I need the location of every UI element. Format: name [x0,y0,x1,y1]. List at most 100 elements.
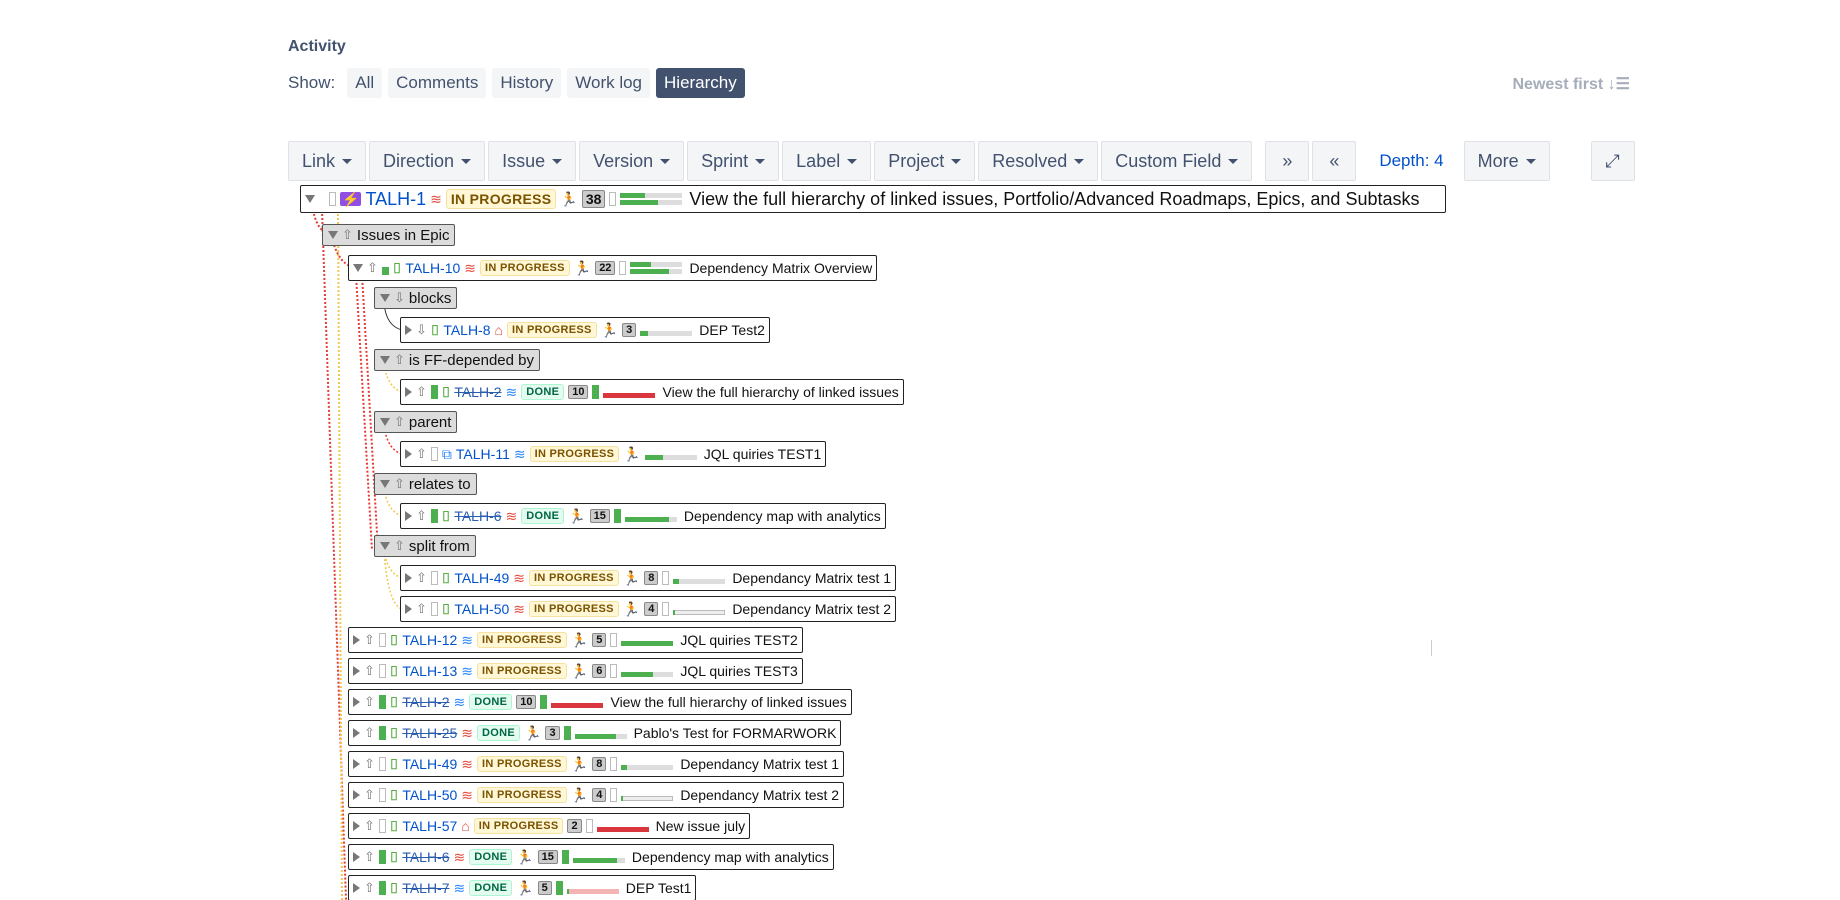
expand-toggle-icon[interactable] [405,449,412,459]
fullscreen-button[interactable]: ⤢ [1590,141,1635,181]
hierarchy-row-talh-2-epic[interactable]: ⇧ ⌷ TALH-2 ≋ DONE 10 View the full hiera… [348,689,852,715]
hierarchy-row-talh-11[interactable]: ⇧ ⧉ TALH-11 ≋ IN PROGRESS 🏃 JQL quiries … [400,441,827,467]
hierarchy-row-talh-50[interactable]: ⇧ ⌷ TALH-50 ≋ IN PROGRESS 🏃 4 Dependancy… [400,596,897,622]
issue-key-link[interactable]: TALH-49 [454,570,509,586]
chevron-down-icon [1074,158,1085,164]
hierarchy-row-talh-50-epic[interactable]: ⇧ ⌷ TALH-50 ≋ IN PROGRESS 🏃 4 Dependancy… [348,782,845,808]
issue-key-link[interactable]: TALH-25 [402,725,457,741]
collapse-toggle-icon[interactable] [380,480,390,488]
group-relates-to[interactable]: ⇧ relates to [374,473,477,495]
issue-key-link[interactable]: TALH-2 [402,694,449,710]
expand-toggle-icon[interactable] [353,666,360,676]
filter-label[interactable]: Label [782,141,872,181]
expand-toggle-icon[interactable] [353,883,360,893]
tab-hierarchy[interactable]: Hierarchy [656,68,745,98]
collapse-all-icon: « [1329,150,1340,171]
collapse-toggle-icon[interactable] [380,418,390,426]
expand-toggle-icon[interactable] [353,790,360,800]
hierarchy-row-talh-25[interactable]: ⇧ ⌷ TALH-25 ≋ DONE 🏃 3 Pablo's Test for … [348,720,842,746]
status-badge: DONE [469,849,513,865]
runner-icon: 🏃 [568,507,586,524]
sort-order-button[interactable]: Newest first ↓☰ [1513,74,1631,94]
filter-issue[interactable]: Issue [488,141,577,181]
tab-comments[interactable]: Comments [388,68,487,98]
issue-key-link[interactable]: TALH-8 [443,322,490,338]
expand-toggle-icon[interactable] [353,635,360,645]
count-badge: 5 [537,881,552,895]
filter-version[interactable]: Version [579,141,685,181]
filter-link[interactable]: Link [288,141,367,181]
issue-key-link[interactable]: TALH-10 [405,260,460,276]
hierarchy-row-talh-6-epic[interactable]: ⇧ ⌷ TALH-6 ≋ DONE 🏃 15 Dependency map wi… [348,844,834,870]
hierarchy-row-talh-49-epic[interactable]: ⇧ ⌷ TALH-49 ≋ IN PROGRESS 🏃 8 Dependancy… [348,751,845,777]
link-direction-icon: ⇧ [364,694,375,709]
link-direction-icon: ⇧ [416,570,427,585]
collapse-all-button[interactable]: « [1312,141,1357,181]
issue-key-link[interactable]: TALH-1 [365,189,426,210]
hierarchy-row-talh-13[interactable]: ⇧ ⌷ TALH-13 ≋ IN PROGRESS 🏃 6 JQL quirie… [348,658,803,684]
hierarchy-row-talh-57[interactable]: ⇧ ⌷ TALH-57 ⌂ IN PROGRESS 2 New issue ju… [348,813,751,839]
story-icon: ⌷ [389,786,399,803]
group-issues-in-epic[interactable]: ⇧ Issues in Epic [322,224,456,246]
issue-key-link[interactable]: TALH-49 [402,756,457,772]
depth-selector[interactable]: Depth: 4 [1359,141,1463,181]
collapse-toggle-icon[interactable] [353,264,363,272]
collapse-toggle-icon[interactable] [328,231,338,239]
expand-toggle-icon[interactable] [353,759,360,769]
hierarchy-row-talh-8[interactable]: ⇩ ⌷ TALH-8 ⌂ IN PROGRESS 🏃 3 DEP Test2 [400,317,770,343]
tab-all[interactable]: All [347,68,383,98]
tab-history[interactable]: History [492,68,562,98]
priority-highest-icon: ≋ [461,724,474,741]
expand-toggle-icon[interactable] [353,821,360,831]
issue-key-link[interactable]: TALH-7 [402,880,449,896]
expand-toggle-icon[interactable] [405,511,412,521]
issue-key-link[interactable]: TALH-6 [454,508,501,524]
hierarchy-row-talh-6[interactable]: ⇧ ⌷ TALH-6 ≋ DONE 🏃 15 Dependency map wi… [400,503,886,529]
filter-custom-field[interactable]: Custom Field [1101,141,1253,181]
issue-key-link[interactable]: TALH-12 [402,632,457,648]
status-badge: IN PROGRESS [506,322,597,338]
issue-key-link[interactable]: TALH-57 [402,818,457,834]
hierarchy-row-talh-49[interactable]: ⇧ ⌷ TALH-49 ≋ IN PROGRESS 🏃 8 Dependancy… [400,565,897,591]
status-badge: IN PROGRESS [529,446,620,462]
filter-project[interactable]: Project [874,141,976,181]
collapse-toggle-icon[interactable] [305,195,315,203]
hierarchy-row-talh-7[interactable]: ⇧ ⌷ TALH-7 ≋ DONE 🏃 5 DEP Test1 [348,875,697,900]
hierarchy-row-talh-10[interactable]: ⇧ ⌷ TALH-10 ≋ IN PROGRESS 🏃 22 Dependenc… [348,255,878,281]
count-badge: 15 [589,509,610,523]
issue-key-link[interactable]: TALH-6 [402,849,449,865]
expand-toggle-icon[interactable] [405,325,412,335]
group-blocks[interactable]: ⇩ blocks [374,287,458,309]
collapse-toggle-icon[interactable] [380,356,390,364]
priority-icon: ⌂ [461,818,470,834]
hierarchy-row-root[interactable]: ⚡ TALH-1 ≋ IN PROGRESS 🏃 38 View the ful… [300,185,1446,213]
expand-all-button[interactable]: » [1265,141,1310,181]
tab-work-log[interactable]: Work log [567,68,651,98]
expand-toggle-icon[interactable] [353,697,360,707]
collapse-toggle-icon[interactable] [380,542,390,550]
link-direction-icon: ⇧ [364,818,375,833]
issue-key-link[interactable]: TALH-50 [454,601,509,617]
group-parent[interactable]: ⇧ parent [374,411,458,433]
group-ff-depended-by[interactable]: ⇧ is FF-depended by [374,349,540,371]
filter-direction[interactable]: Direction [369,141,486,181]
filter-resolved[interactable]: Resolved [978,141,1099,181]
hierarchy-row-talh-12[interactable]: ⇧ ⌷ TALH-12 ≋ IN PROGRESS 🏃 5 JQL quirie… [348,627,803,653]
expand-toggle-icon[interactable] [353,728,360,738]
issue-key-link[interactable]: TALH-11 [456,446,510,462]
count-badge: 3 [622,323,637,337]
collapse-toggle-icon[interactable] [380,294,390,302]
expand-toggle-icon[interactable] [405,387,412,397]
filter-sprint[interactable]: Sprint [687,141,780,181]
expand-toggle-icon[interactable] [405,604,412,614]
group-split-from[interactable]: ⇧ split from [374,535,476,557]
issue-key-link[interactable]: TALH-13 [402,663,457,679]
issue-key-link[interactable]: TALH-2 [454,384,501,400]
more-button[interactable]: More [1463,141,1550,181]
hierarchy-row-talh-2[interactable]: ⇧ ⌷ TALH-2 ≋ DONE 10 View the full hiera… [400,379,904,405]
expand-toggle-icon[interactable] [353,852,360,862]
issue-key-link[interactable]: TALH-50 [402,787,457,803]
progress-mini-icon [540,695,548,709]
expand-toggle-icon[interactable] [405,573,412,583]
progress-mini-icon [592,385,600,399]
